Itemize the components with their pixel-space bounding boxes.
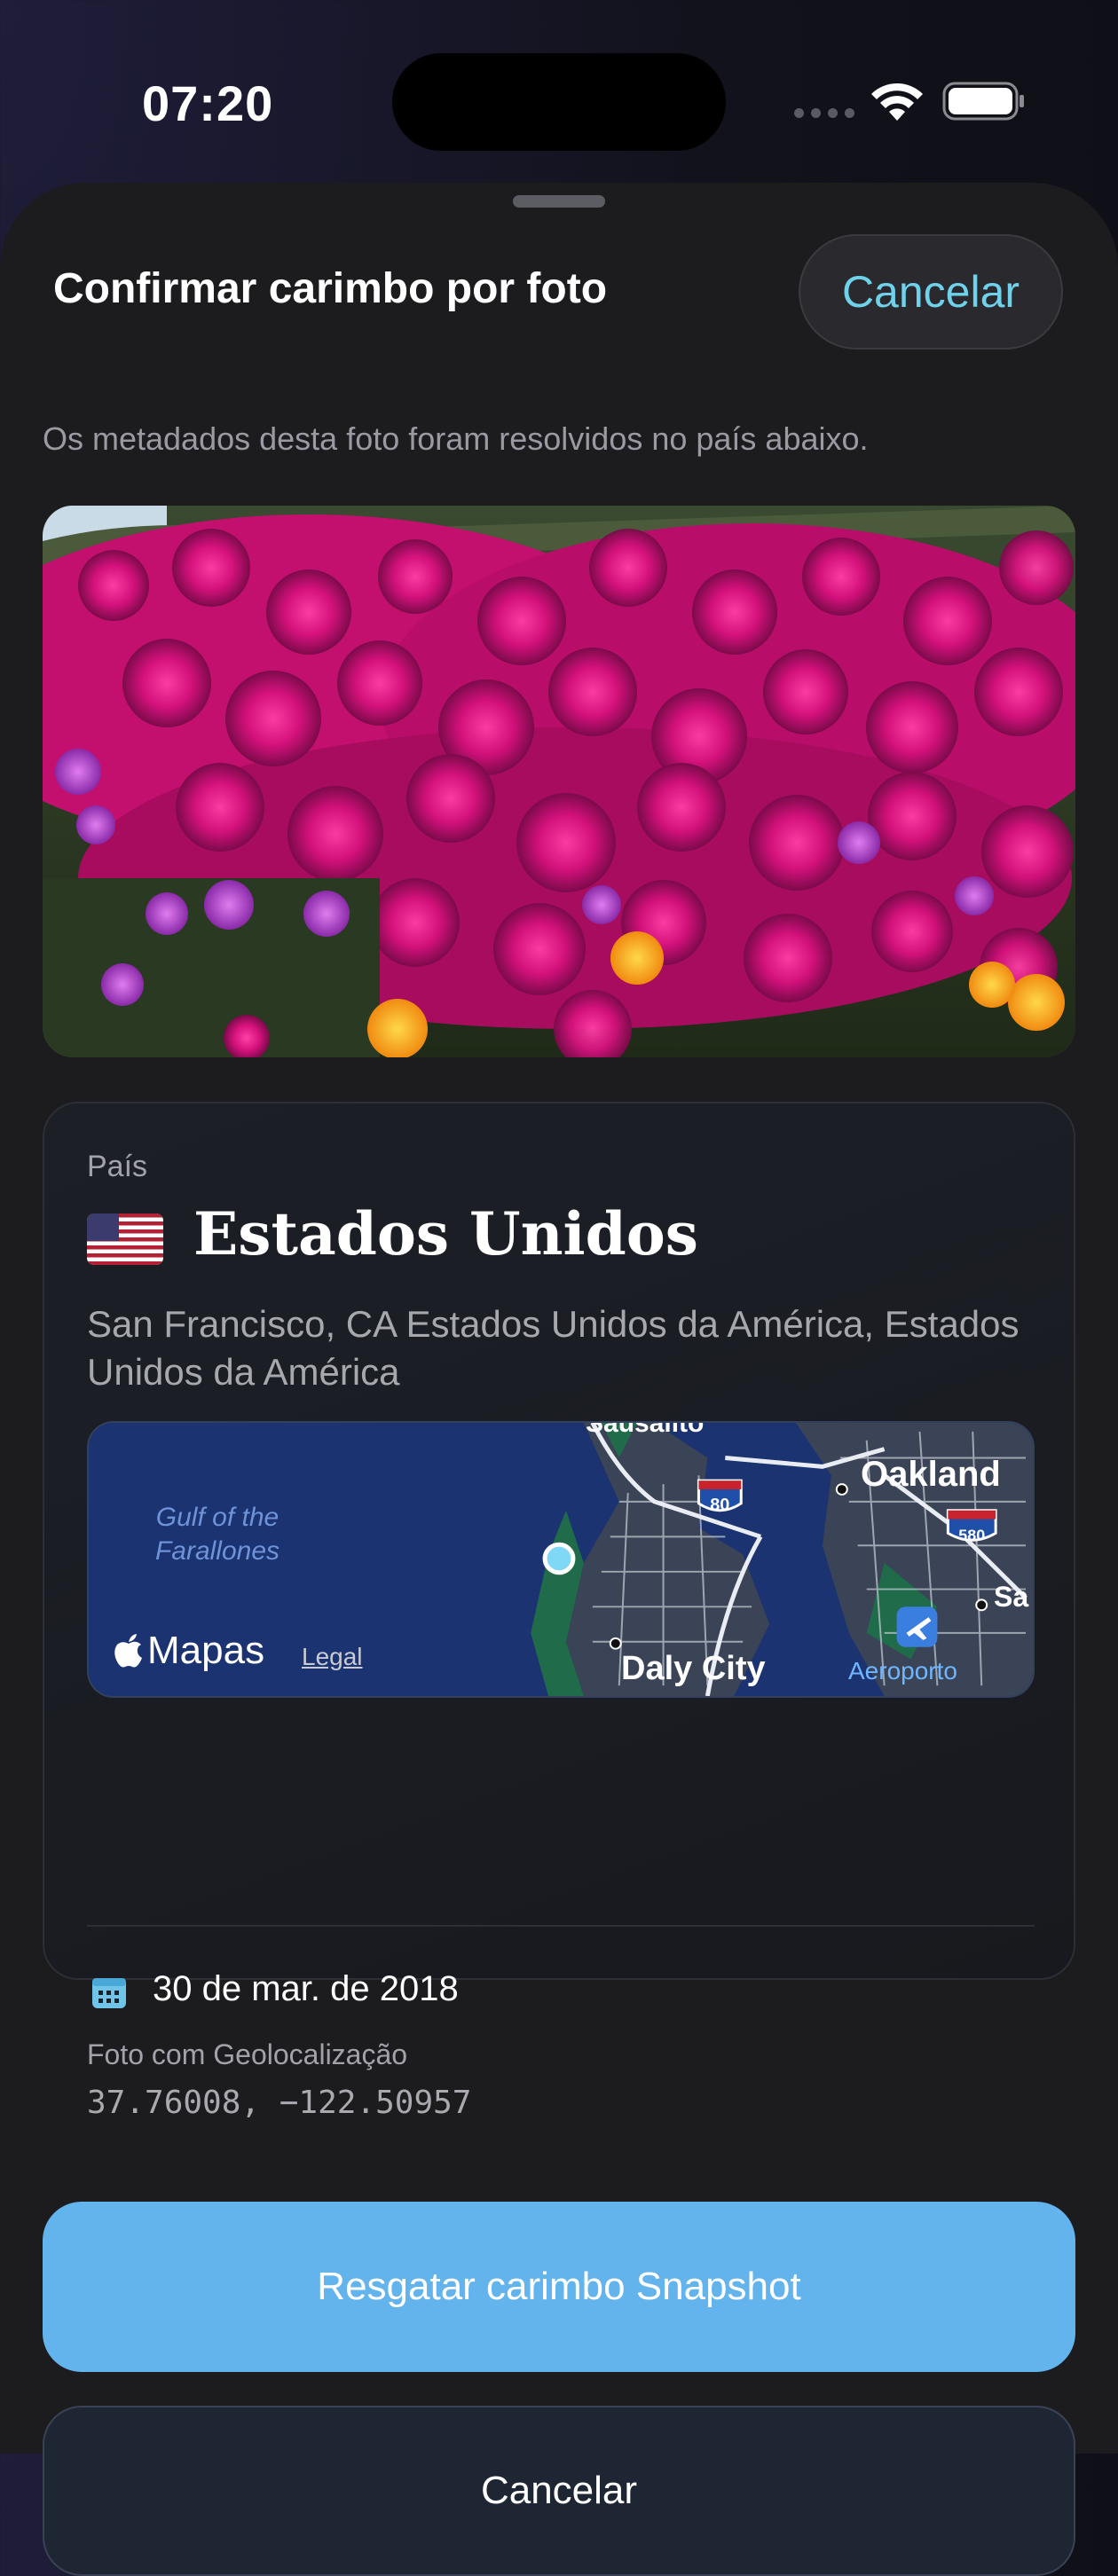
card-divider xyxy=(87,1925,1035,1927)
map-label-oakland: Oakland xyxy=(861,1455,1001,1494)
maps-brand-label: Mapas xyxy=(147,1629,265,1672)
apple-logo-icon xyxy=(114,1634,142,1668)
cellular-signal-icon xyxy=(794,108,854,118)
status-bar: 07:20 xyxy=(0,0,1118,186)
map-label-sa: Sa xyxy=(994,1581,1029,1613)
map-legal-link[interactable]: Legal xyxy=(302,1643,363,1671)
redeem-stamp-button[interactable]: Resgatar carimbo Snapshot xyxy=(43,2202,1075,2372)
status-time: 07:20 xyxy=(142,75,274,131)
country-label: País xyxy=(87,1150,148,1183)
sheet-subtitle: Os metadados desta foto foram resolvidos… xyxy=(43,420,869,457)
country-name: Estados Unidos xyxy=(193,1199,698,1268)
geo-label: Foto com Geolocalização xyxy=(87,2038,408,2070)
shield-580-label: 580 xyxy=(958,1526,985,1543)
address-text: San Francisco, CA Estados Unidos da Amér… xyxy=(87,1303,1020,1393)
confirm-stamp-sheet: Confirmar carimbo por foto Cancelar Os m… xyxy=(0,183,1118,2576)
cancel-button[interactable]: Cancelar xyxy=(43,2406,1075,2576)
map-label-aeroporto: Aeroporto xyxy=(848,1657,957,1685)
coordinates-text: 37.76008, −122.50957 xyxy=(87,2085,472,2121)
calendar-icon xyxy=(92,1978,126,2008)
wifi-icon xyxy=(871,82,923,121)
country-info-card: País Estados Unidos San Francisco, CA Es… xyxy=(43,1102,1075,2121)
battery-icon xyxy=(942,82,1024,121)
sheet-title: Confirmar carimbo por foto xyxy=(53,265,608,312)
apple-maps-logo: Mapas xyxy=(114,1629,264,1673)
map-label-sausalito: Sausalito xyxy=(586,1421,705,1438)
us-flag-icon xyxy=(87,1213,163,1265)
shield-80-label: 80 xyxy=(710,1496,729,1515)
location-map[interactable]: 80 580 Sausalito Oakland Daly City Sa Ae… xyxy=(87,1421,1035,1698)
flower-photo-image xyxy=(43,506,1075,1057)
map-label-gulf: Gulf of the Farallones xyxy=(154,1503,280,1566)
photo-preview xyxy=(43,506,1075,1057)
dynamic-island xyxy=(392,53,726,151)
airport-icon xyxy=(896,1606,938,1647)
map-label-daly-city: Daly City xyxy=(621,1650,766,1687)
header-cancel-button[interactable]: Cancelar xyxy=(799,234,1063,349)
sheet-grabber[interactable] xyxy=(513,195,605,208)
photo-date: 30 de mar. de 2018 xyxy=(153,1969,459,2008)
